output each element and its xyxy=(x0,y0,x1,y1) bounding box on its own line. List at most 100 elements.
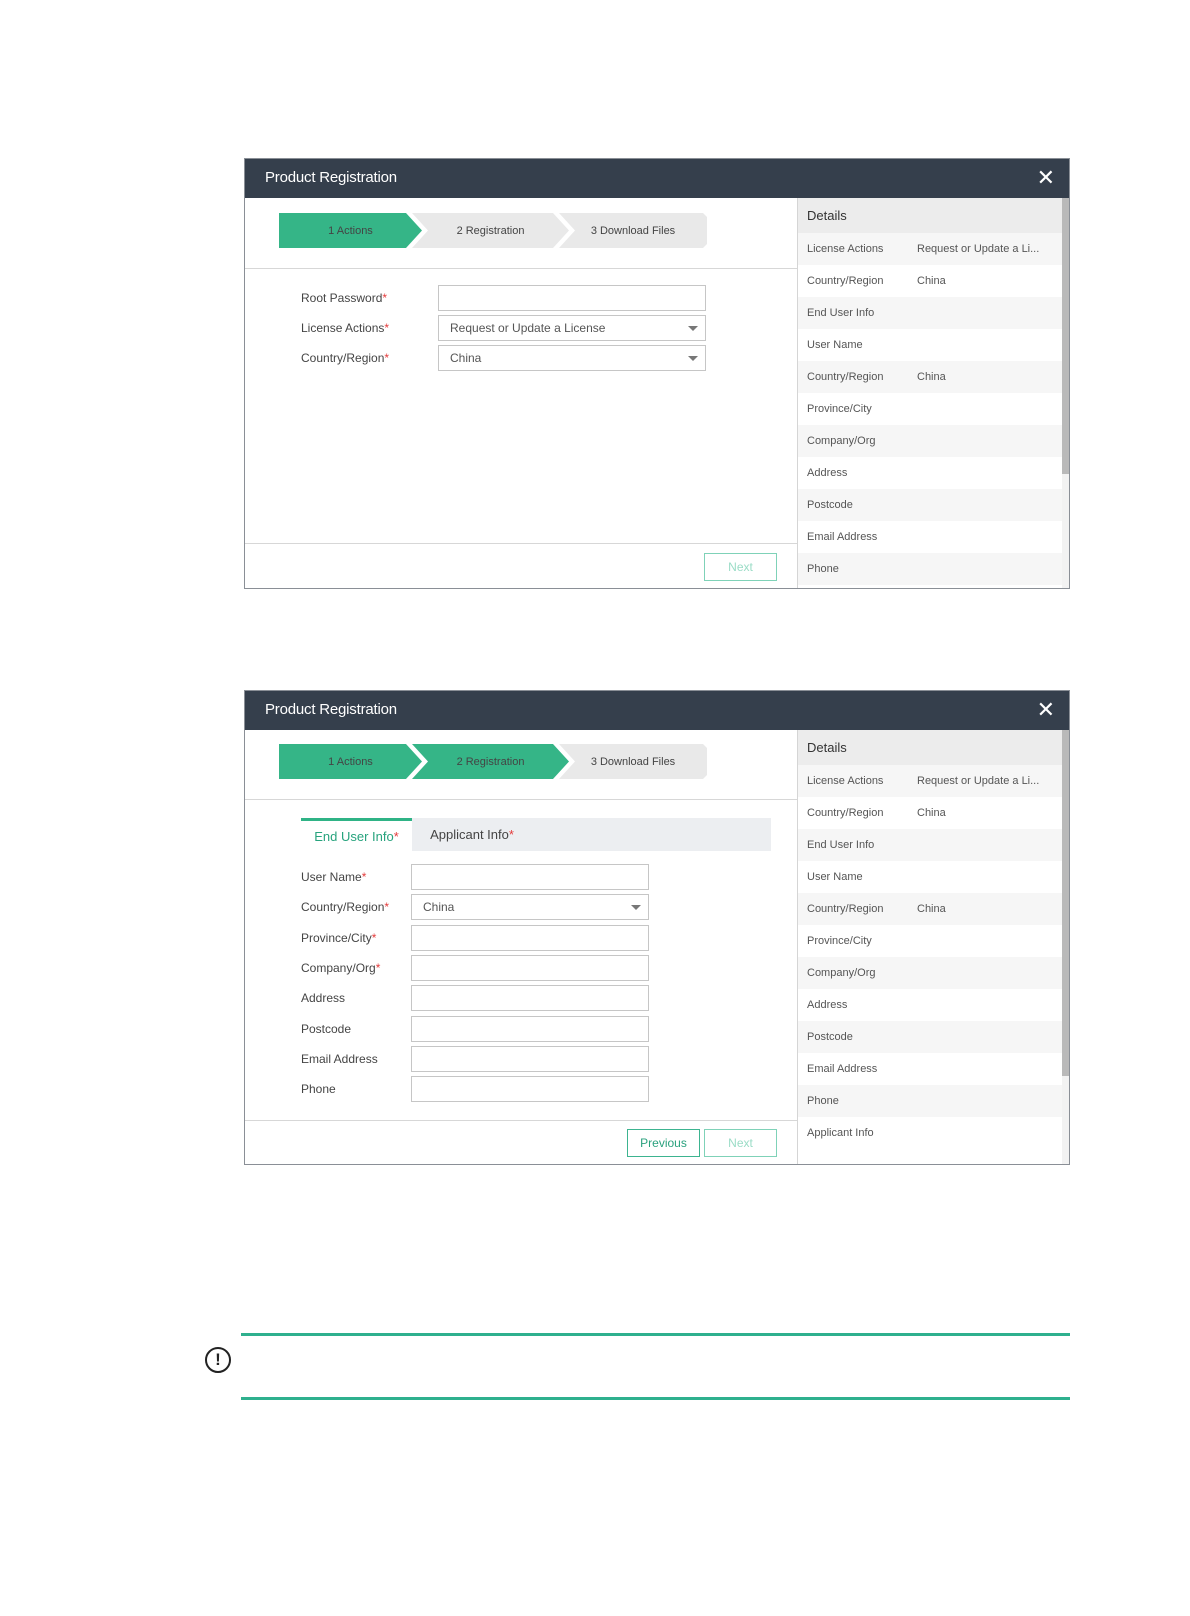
form-row-postcode: Postcode xyxy=(301,1016,351,1042)
field-label: Email Address xyxy=(301,1052,378,1066)
details-list: License Actions Request or Update a Li...… xyxy=(798,765,1069,1149)
step-registration: 2 Registration xyxy=(412,744,569,779)
details-row: Country/Region China xyxy=(807,807,946,819)
details-row: Postcode xyxy=(798,489,1069,521)
details-row: Email Address xyxy=(807,1063,878,1075)
postcode-input[interactable] xyxy=(411,1016,649,1042)
details-row: Postcode xyxy=(798,1021,1069,1053)
root-password-input[interactable] xyxy=(438,285,706,311)
exclamation-circle-icon: ! xyxy=(205,1347,231,1373)
step-label: 2 Registration xyxy=(456,755,525,768)
details-row: Applicant Info xyxy=(807,1127,874,1139)
scrollbar-thumb[interactable] xyxy=(1062,198,1069,474)
divider xyxy=(245,799,797,800)
form-row-root-password: Root Password* xyxy=(301,285,387,311)
step-label: 3 Download Files xyxy=(590,755,676,768)
field-label: Province/City* xyxy=(301,931,377,945)
select-value: China xyxy=(423,900,455,914)
details-list: License Actions Request or Update a Li...… xyxy=(798,233,1069,585)
email-address-input[interactable] xyxy=(411,1046,649,1072)
step-label: 3 Download Files xyxy=(590,224,676,237)
form-row-phone: Phone xyxy=(301,1076,336,1102)
step-registration: 2 Registration xyxy=(412,213,569,248)
dialog-main-panel: 1 Actions 2 Registration 3 Download File… xyxy=(245,730,797,1164)
details-row: Country/Region China xyxy=(798,361,1069,393)
form-row-country-region: Country/Region* xyxy=(301,345,389,371)
step-progress: 1 Actions 2 Registration 3 Download File… xyxy=(279,744,709,779)
dialog-titlebar: Product Registration ✕ xyxy=(245,691,1069,730)
details-row: Address xyxy=(807,467,848,479)
details-panel: Details License Actions Request or Update… xyxy=(797,198,1069,588)
details-row: User Name xyxy=(807,339,863,351)
previous-button[interactable]: Previous xyxy=(627,1129,700,1157)
license-actions-select[interactable]: Request or Update a License xyxy=(438,315,706,341)
field-label: Phone xyxy=(301,1082,336,1096)
country-region-select[interactable]: China xyxy=(438,345,706,371)
step-label: 1 Actions xyxy=(328,224,373,237)
dialog-title: Product Registration xyxy=(265,169,397,186)
tab-applicant-info[interactable]: Applicant Info * xyxy=(412,818,532,851)
form-row-address: Address xyxy=(301,985,345,1011)
notice-bottom-rule xyxy=(241,1397,1070,1400)
company-org-input[interactable] xyxy=(411,955,649,981)
dialog-main-panel: 1 Actions 2 Registration 3 Download File… xyxy=(245,198,797,588)
details-row: Company/Org xyxy=(798,957,1069,989)
dialog-titlebar: Product Registration ✕ xyxy=(245,159,1069,198)
close-icon[interactable]: ✕ xyxy=(1037,165,1055,191)
field-label: User Name* xyxy=(301,870,367,884)
details-row: Phone xyxy=(798,1085,1069,1117)
details-row: License Actions Request or Update a Li... xyxy=(798,765,1069,797)
field-label: License Actions* xyxy=(301,321,390,335)
details-header: Details xyxy=(798,198,1069,233)
step-progress: 1 Actions 2 Registration 3 Download File… xyxy=(279,213,709,248)
product-registration-dialog-step2: Product Registration ✕ 1 Actions 2 Regis… xyxy=(244,690,1070,1165)
details-row: Province/City xyxy=(807,935,872,947)
scrollbar[interactable] xyxy=(1062,198,1069,588)
step-actions: 1 Actions xyxy=(279,744,422,779)
notice-top-rule xyxy=(241,1333,1070,1336)
province-city-input[interactable] xyxy=(411,925,649,951)
form-row-email-address: Email Address xyxy=(301,1046,378,1072)
tab-end-user-info[interactable]: End User Info * xyxy=(301,818,412,851)
scrollbar-thumb[interactable] xyxy=(1062,730,1069,1076)
details-row: End User Info xyxy=(798,829,1069,861)
field-label: Country/Region* xyxy=(301,351,390,365)
user-name-input[interactable] xyxy=(411,864,649,890)
details-row: End User Info xyxy=(798,297,1069,329)
details-row: Email Address xyxy=(807,531,878,543)
form-row-user-name: User Name* xyxy=(301,864,366,890)
info-tabs: End User Info * Applicant Info * xyxy=(301,818,771,851)
divider xyxy=(245,268,797,269)
details-row: Phone xyxy=(798,553,1069,585)
step-download-files: 3 Download Files xyxy=(559,744,707,779)
close-icon[interactable]: ✕ xyxy=(1037,697,1055,723)
details-row: Company/Org xyxy=(798,425,1069,457)
chevron-down-icon xyxy=(688,356,698,361)
phone-input[interactable] xyxy=(411,1076,649,1102)
product-registration-dialog-step1: Product Registration ✕ 1 Actions 2 Regis… xyxy=(244,158,1070,589)
country-region-select[interactable]: China xyxy=(411,894,649,920)
next-button[interactable]: Next xyxy=(704,1129,777,1157)
footer-divider xyxy=(245,543,797,544)
details-header: Details xyxy=(798,730,1069,765)
scrollbar[interactable] xyxy=(1062,730,1069,1164)
step-label: 2 Registration xyxy=(456,224,525,237)
chevron-down-icon xyxy=(688,326,698,331)
step-label: 1 Actions xyxy=(328,755,373,768)
details-row: License Actions Request or Update a Li... xyxy=(798,233,1069,265)
form-row-company-org: Company/Org* xyxy=(301,955,380,981)
form-row-license-actions: License Actions* xyxy=(301,315,389,341)
field-label: Address xyxy=(301,991,346,1005)
select-value: Request or Update a License xyxy=(450,321,606,335)
field-label: Country/Region* xyxy=(301,900,390,914)
footer-divider xyxy=(245,1120,797,1121)
field-label: Company/Org* xyxy=(301,961,381,975)
details-row: Country/Region China xyxy=(807,275,946,287)
next-button[interactable]: Next xyxy=(704,553,777,581)
details-panel: Details License Actions Request or Update… xyxy=(797,730,1069,1164)
field-label: Root Password* xyxy=(301,291,388,305)
address-input[interactable] xyxy=(411,985,649,1011)
details-row: Province/City xyxy=(807,403,872,415)
details-row: User Name xyxy=(807,871,863,883)
form-row-province-city: Province/City* xyxy=(301,925,376,951)
